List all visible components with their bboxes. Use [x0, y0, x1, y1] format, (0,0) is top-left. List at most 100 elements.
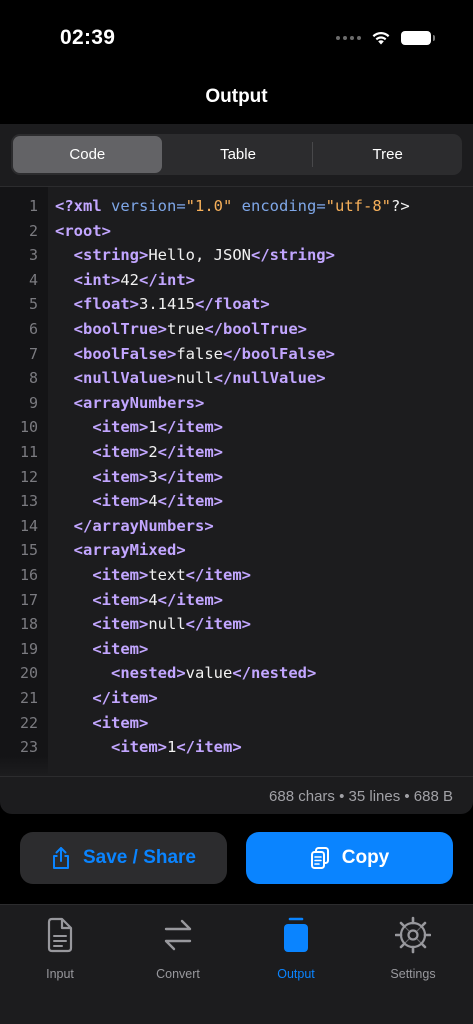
line-number: 22: [19, 713, 38, 732]
code-line: 16 <item>text</item>: [0, 566, 473, 591]
code-text: <item>4</item>: [55, 492, 223, 510]
view-mode-segmented-control: Code Table Tree: [11, 134, 462, 175]
code-token: ?>: [391, 197, 410, 215]
line-number: 23: [19, 738, 38, 757]
code-token: 4: [148, 492, 158, 511]
line-number: 20: [19, 664, 38, 683]
line-number: 5: [28, 295, 38, 314]
code-token: value: [185, 664, 233, 683]
code-text: <item>1</item>: [55, 738, 242, 756]
code-line: 7 <boolFalse>false</boolFalse>: [0, 345, 473, 370]
tab-convert[interactable]: Convert: [119, 915, 237, 981]
line-number: 15: [19, 541, 38, 560]
battery-icon: [401, 30, 435, 45]
line-number: 2: [28, 221, 38, 240]
tab-output-label: Output: [277, 967, 315, 981]
code-token: <item>: [92, 590, 149, 609]
code-token: <item>: [92, 639, 149, 658]
code-text: <item>4</item>: [55, 591, 223, 609]
wifi-icon: [372, 31, 390, 45]
segment-table[interactable]: Table: [164, 134, 313, 175]
code-view[interactable]: 1 <?xml version="1.0" encoding="utf-8"?> 2…: [0, 186, 473, 776]
code-text: <boolTrue>true</boolTrue>: [55, 320, 307, 338]
segment-code[interactable]: Code: [13, 136, 162, 173]
code-line: 22 <item>: [0, 714, 473, 739]
code-text: <item>3</item>: [55, 468, 223, 486]
code-token: </item>: [92, 689, 158, 707]
code-token: "utf-8": [325, 197, 391, 215]
copy-button[interactable]: Copy: [246, 832, 453, 884]
code-token: </item>: [157, 443, 223, 461]
code-token: </float>: [195, 295, 270, 314]
code-text: <nullValue>null</nullValue>: [55, 369, 326, 387]
output-stats: 688 chars • 35 lines • 688 B: [269, 788, 453, 805]
code-token: <boolTrue>: [73, 320, 167, 338]
code-line: 18 <item>null</item>: [0, 615, 473, 640]
code-text: <nested>value</nested>: [55, 664, 316, 682]
code-token: false: [176, 344, 223, 363]
code-token: <item>: [92, 443, 149, 461]
code-text: <arrayMixed>: [55, 541, 186, 559]
code-line: 10 <item>1</item>: [0, 418, 473, 443]
code-token: <?xml: [55, 197, 111, 215]
code-line: 4 <int>42</int>: [0, 271, 473, 296]
line-number: 19: [19, 639, 38, 658]
code-token: </arrayNumbers>: [73, 516, 214, 535]
save-share-label: Save / Share: [82, 847, 197, 868]
code-token: </nullValue>: [213, 369, 326, 388]
code-line: 3 <string>Hello, JSON</string>: [0, 246, 473, 271]
code-token: null: [148, 615, 186, 634]
code-token: <item>: [92, 713, 149, 732]
code-line: 17 <item>4</item>: [0, 591, 473, 616]
code-token: encoding=: [241, 197, 326, 215]
tab-input-label: Input: [46, 967, 74, 981]
line-number: 21: [19, 689, 38, 707]
code-token: <item>: [92, 418, 149, 437]
segment-tree[interactable]: Tree: [313, 134, 462, 175]
code-token: </item>: [157, 467, 223, 486]
code-line: 2 <root>: [0, 222, 473, 247]
copy-icon: [310, 847, 329, 869]
code-line: 13 <item>4</item>: [0, 492, 473, 517]
code-text: <item>text</item>: [55, 566, 251, 584]
code-token: </boolTrue>: [204, 320, 307, 338]
tab-input[interactable]: Input: [1, 915, 119, 981]
code-token: </item>: [185, 566, 251, 584]
code-text: <root>: [55, 222, 111, 240]
save-share-button[interactable]: Save / Share: [20, 832, 227, 884]
code-token: 1: [167, 738, 177, 757]
tab-output[interactable]: Output: [237, 915, 355, 981]
code-text: <item>: [55, 640, 148, 658]
code-text: <float>3.1415</float>: [55, 295, 270, 313]
stats-bar: 688 chars • 35 lines • 688 B: [0, 776, 473, 814]
code-line: 11 <item>2</item>: [0, 443, 473, 468]
line-number: 8: [28, 369, 38, 388]
line-number: 11: [19, 443, 38, 461]
status-icons: [336, 30, 435, 45]
tab-settings[interactable]: Settings: [354, 915, 472, 981]
copy-label: Copy: [341, 847, 390, 868]
code-token: <nested>: [111, 664, 186, 683]
line-number: 4: [28, 270, 38, 289]
code-token: </item>: [157, 492, 223, 511]
code-token: <nullValue>: [73, 369, 177, 388]
line-number: 6: [28, 320, 38, 338]
code-token: </item>: [157, 590, 223, 609]
code-token: <string>: [73, 246, 149, 265]
code-text: <item>: [55, 714, 148, 732]
page-title: Output: [205, 86, 268, 107]
code-token: </int>: [139, 270, 196, 289]
